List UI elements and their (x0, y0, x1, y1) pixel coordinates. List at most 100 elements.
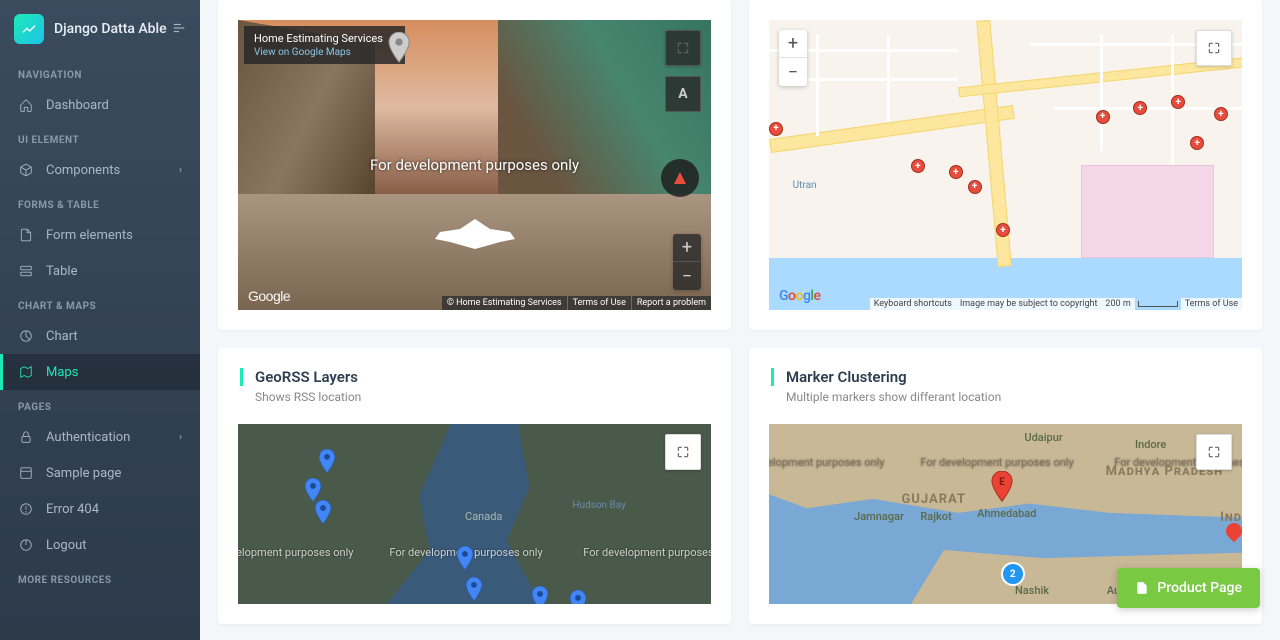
chevron-right-icon: › (179, 165, 182, 176)
road-map[interactable]: Utran + + + + + + + + + + + − (769, 20, 1242, 310)
sidebar-item-label: Error 404 (46, 502, 99, 517)
place-label: Utran (793, 180, 817, 191)
zoom-control: + − (779, 30, 807, 86)
card-subtitle: Multiple markers show differant location (786, 390, 1240, 404)
card-roadmap: Utran + + + + + + + + + + + − (749, 0, 1262, 330)
sidebar-item-label: Authentication (46, 430, 130, 445)
sidebar-item-dashboard[interactable]: Dashboard (0, 87, 200, 123)
nav-header: CHART & MAPS (0, 289, 200, 318)
zoom-out-button[interactable]: − (779, 58, 807, 86)
sidebar-item-label: Form elements (46, 228, 133, 243)
title-accent (771, 368, 774, 386)
hospital-marker[interactable]: + (911, 159, 925, 173)
scale-ruler (1138, 301, 1178, 307)
zoom-control: + − (673, 234, 701, 290)
zoom-in-button[interactable]: + (779, 30, 807, 58)
power-icon (18, 537, 34, 553)
map-pin[interactable] (314, 500, 332, 526)
main-content: For development purposes only Home Estim… (200, 0, 1280, 640)
lock-icon (18, 429, 34, 445)
alert-icon (18, 501, 34, 517)
dev-watermark: For development purposes only (370, 156, 579, 174)
brand[interactable]: Django Datta Able (0, 0, 200, 58)
fullscreen-button[interactable] (1196, 434, 1232, 470)
map-marker[interactable]: E (991, 471, 1013, 503)
sidebar: Django Datta Able NAVIGATION Dashboard U… (0, 0, 200, 640)
nav-header: MORE RESOURCES (0, 563, 200, 592)
fullscreen-button[interactable] (665, 30, 701, 66)
map-pin[interactable] (456, 546, 474, 572)
georss-map[interactable]: Hudson Bay Canada For development purpos… (238, 424, 711, 604)
streetview-map[interactable]: For development purposes only Home Estim… (238, 20, 711, 310)
map-icon (18, 364, 34, 380)
chevron-right-icon: › (179, 432, 182, 443)
card-georss: GeoRSS Layers Shows RSS location Hudson … (218, 348, 731, 624)
card-streetview: For development purposes only Home Estim… (218, 0, 731, 330)
card-title: GeoRSS Layers (255, 368, 358, 386)
text-size-button[interactable]: A (665, 76, 701, 112)
zoom-out-button[interactable]: − (673, 262, 701, 290)
sidebar-item-error-404[interactable]: Error 404 (0, 491, 200, 527)
water-label: Hudson Bay (572, 500, 625, 511)
product-page-button[interactable]: Product Page (1117, 568, 1260, 608)
sidebar-item-form-elements[interactable]: Form elements (0, 217, 200, 253)
google-logo: Google (779, 287, 820, 304)
streetview-nav-arrow[interactable] (415, 214, 535, 258)
hospital-marker[interactable]: + (1096, 110, 1110, 124)
hospital-marker[interactable]: + (949, 165, 963, 179)
home-icon (18, 97, 34, 113)
box-icon (18, 162, 34, 178)
file-text-icon (18, 227, 34, 243)
sidebar-item-chart[interactable]: Chart (0, 318, 200, 354)
card-subtitle: Shows RSS location (255, 390, 709, 404)
sidebar-item-label: Table (46, 264, 77, 279)
cluster-badge[interactable]: 2 (1001, 562, 1025, 586)
sidebar-item-label: Logout (46, 538, 87, 553)
sidebar-item-label: Components (46, 163, 120, 178)
sidebar-item-maps[interactable]: Maps (0, 354, 200, 390)
google-logo: Google (248, 288, 290, 304)
card-title: Marker Clustering (786, 368, 907, 386)
hospital-marker[interactable]: + (1133, 101, 1147, 115)
sidebar-item-label: Sample page (46, 466, 121, 481)
address-pin-icon[interactable] (388, 32, 410, 64)
view-on-maps-link[interactable]: View on Google Maps (254, 47, 383, 58)
map-attribution: Keyboard shortcuts Image may be subject … (870, 298, 1242, 310)
nav-header: PAGES (0, 390, 200, 419)
server-icon (18, 263, 34, 279)
compass-icon[interactable] (661, 159, 699, 197)
nav-header: UI ELEMENT (0, 123, 200, 152)
sidebar-item-label: Dashboard (46, 98, 109, 113)
hospital-marker[interactable]: + (968, 180, 982, 194)
map-pin[interactable] (465, 577, 483, 603)
map-attribution: © Home Estimating Services Terms of Use … (441, 296, 711, 310)
sidebar-item-logout[interactable]: Logout (0, 527, 200, 563)
map-pin[interactable] (318, 449, 336, 475)
streetview-place-title: Home Estimating Services (254, 32, 383, 45)
hospital-marker[interactable]: + (1190, 136, 1204, 150)
streetview-title-box: Home Estimating Services View on Google … (244, 26, 405, 64)
sidebar-toggle-icon[interactable] (172, 20, 186, 39)
sidebar-item-authentication[interactable]: Authentication › (0, 419, 200, 455)
sidebar-item-sample-page[interactable]: Sample page (0, 455, 200, 491)
svg-text:E: E (999, 477, 1005, 488)
hospital-marker[interactable]: + (996, 223, 1010, 237)
fullscreen-button[interactable] (665, 434, 701, 470)
pie-chart-icon (18, 328, 34, 344)
map-pin[interactable] (569, 590, 587, 604)
sidebar-item-label: Chart (46, 329, 78, 344)
zoom-in-button[interactable]: + (673, 234, 701, 262)
title-accent (240, 368, 243, 386)
map-pin[interactable] (531, 586, 549, 604)
sidebar-item-label: Maps (46, 365, 78, 380)
hospital-marker[interactable]: + (1214, 107, 1228, 121)
brand-text: Django Datta Able (54, 21, 167, 37)
hospital-marker[interactable]: + (769, 122, 783, 136)
brand-icon (14, 14, 44, 44)
fullscreen-button[interactable] (1196, 30, 1232, 66)
nav-header: FORMS & TABLE (0, 188, 200, 217)
sidebar-item-table[interactable]: Table (0, 253, 200, 289)
sidebar-item-components[interactable]: Components › (0, 152, 200, 188)
country-label: Canada (465, 510, 502, 523)
nav-header: NAVIGATION (0, 58, 200, 87)
